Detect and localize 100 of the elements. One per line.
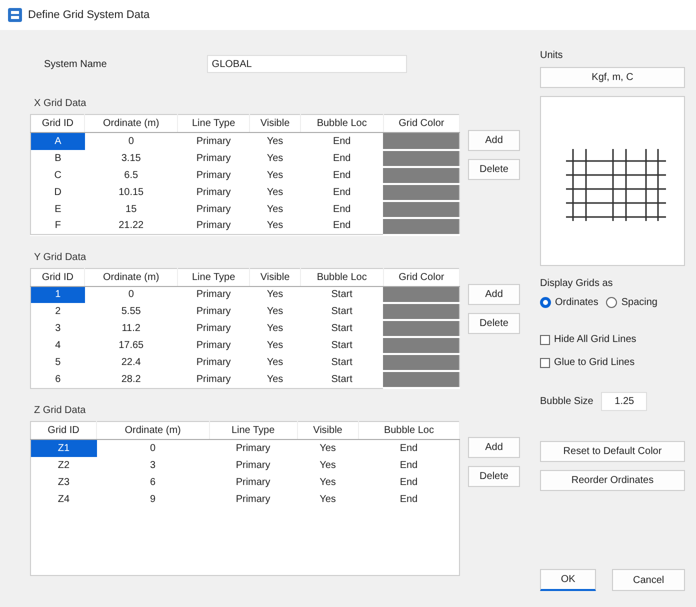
column-header: Visible: [250, 268, 300, 286]
checkbox[interactable]: [540, 358, 550, 368]
table-cell: End: [358, 440, 460, 456]
table-cell: Yes: [250, 286, 300, 303]
section-title: X Grid Data: [34, 97, 88, 111]
table-cell[interactable]: B: [30, 150, 85, 166]
table-cell: Primary: [209, 440, 298, 456]
table-cell: End: [300, 166, 384, 184]
bubble-size-field[interactable]: 1.25: [601, 392, 648, 411]
add-button[interactable]: Add: [468, 437, 520, 458]
table-cell: 9: [96, 490, 210, 508]
table-cell: 3.15: [84, 150, 178, 166]
table-cell[interactable]: 2: [30, 303, 85, 320]
color-swatch[interactable]: [383, 371, 460, 388]
table-cell: Primary: [177, 337, 250, 354]
table-cell[interactable]: E: [30, 200, 85, 218]
column-header: Visible: [250, 114, 300, 132]
radio-button[interactable]: [540, 297, 551, 308]
table-cell: Yes: [250, 166, 300, 184]
table-cell: Start: [300, 320, 384, 337]
table-cell[interactable]: Z3: [30, 474, 97, 490]
table-cell: End: [358, 456, 460, 474]
table-cell: Yes: [297, 490, 358, 508]
reorder-button[interactable]: Reorder Ordinates: [540, 470, 685, 491]
ok-button[interactable]: OK: [540, 569, 596, 591]
table-cell[interactable]: C: [30, 166, 85, 184]
table-cell: Start: [300, 354, 384, 371]
table-cell: End: [300, 218, 384, 234]
reset-color-button[interactable]: Reset to Default Color: [540, 441, 685, 462]
table-cell[interactable]: 1: [30, 286, 85, 303]
checkbox[interactable]: [540, 334, 550, 344]
table-cell: 0: [84, 286, 178, 303]
column-header: Line Type: [177, 114, 250, 132]
column-header: Line Type: [177, 268, 250, 286]
table-cell: Primary: [177, 320, 250, 337]
table-cell: Yes: [297, 474, 358, 490]
table-cell: Yes: [250, 337, 300, 354]
system-name-field[interactable]: GLOBAL: [206, 55, 407, 73]
table-cell[interactable]: 5: [30, 354, 85, 371]
table-cell[interactable]: Z1: [30, 440, 97, 456]
table-cell: Primary: [177, 303, 250, 320]
table-cell: 10.15: [84, 184, 178, 200]
section-title: Display Grids as: [540, 277, 614, 291]
table-cell: Yes: [250, 303, 300, 320]
table-cell[interactable]: F: [30, 218, 85, 234]
table-cell: Start: [300, 303, 384, 320]
color-swatch[interactable]: [383, 303, 460, 320]
add-button[interactable]: Add: [468, 130, 520, 151]
color-swatch[interactable]: [383, 337, 460, 354]
color-swatch[interactable]: [383, 354, 460, 371]
table-cell[interactable]: A: [30, 132, 85, 150]
table-cell: Primary: [177, 218, 250, 234]
checkbox-label: Glue to Grid Lines: [554, 356, 635, 370]
table-cell: Yes: [297, 440, 358, 456]
section-title: Y Grid Data: [34, 250, 88, 264]
table-cell: 15: [84, 200, 178, 218]
app-icon: [8, 8, 22, 22]
table-cell[interactable]: Z2: [30, 456, 97, 474]
table-cell: 0: [96, 440, 210, 456]
column-header: Line Type: [209, 422, 298, 440]
table-cell: 17.65: [84, 337, 178, 354]
delete-button[interactable]: Delete: [468, 466, 520, 487]
column-header: Grid Color: [383, 268, 460, 286]
column-header: Ordinate (m): [84, 114, 178, 132]
table-cell: 6.5: [84, 166, 178, 184]
table-cell: Primary: [177, 354, 250, 371]
delete-button[interactable]: Delete: [468, 159, 520, 180]
table-cell: 3: [96, 456, 210, 474]
table-cell: Primary: [177, 184, 250, 200]
color-swatch[interactable]: [383, 286, 460, 303]
color-swatch[interactable]: [383, 320, 460, 337]
table-cell: Yes: [250, 354, 300, 371]
table-cell[interactable]: D: [30, 184, 85, 200]
table-cell: 28.2: [84, 371, 178, 388]
table-cell: Primary: [209, 456, 298, 474]
column-header: Bubble Loc: [300, 268, 384, 286]
table-cell: End: [300, 150, 384, 166]
color-swatch[interactable]: [383, 132, 460, 150]
table-cell: Yes: [250, 184, 300, 200]
table-cell[interactable]: 6: [30, 371, 85, 388]
table-cell: 21.22: [84, 218, 178, 234]
table-cell[interactable]: 3: [30, 320, 85, 337]
table-cell: Yes: [250, 200, 300, 218]
cancel-button[interactable]: Cancel: [612, 569, 685, 591]
section-title: Z Grid Data: [34, 404, 87, 418]
table-cell[interactable]: Z4: [30, 490, 97, 508]
add-button[interactable]: Add: [468, 284, 520, 304]
table-cell: Start: [300, 371, 384, 388]
radio-button[interactable]: [606, 297, 618, 308]
units-button[interactable]: Kgf, m, C: [540, 67, 685, 88]
table-cell: Primary: [177, 150, 250, 166]
table-cell: Primary: [177, 166, 250, 184]
table-cell: Yes: [250, 218, 300, 234]
table-cell: 22.4: [84, 354, 178, 371]
table-cell: 11.2: [84, 320, 178, 337]
table-cell: Primary: [209, 474, 298, 490]
delete-button[interactable]: Delete: [468, 312, 520, 334]
table-cell[interactable]: 4: [30, 337, 85, 354]
table-cell: Start: [300, 337, 384, 354]
table-cell: Primary: [177, 286, 250, 303]
